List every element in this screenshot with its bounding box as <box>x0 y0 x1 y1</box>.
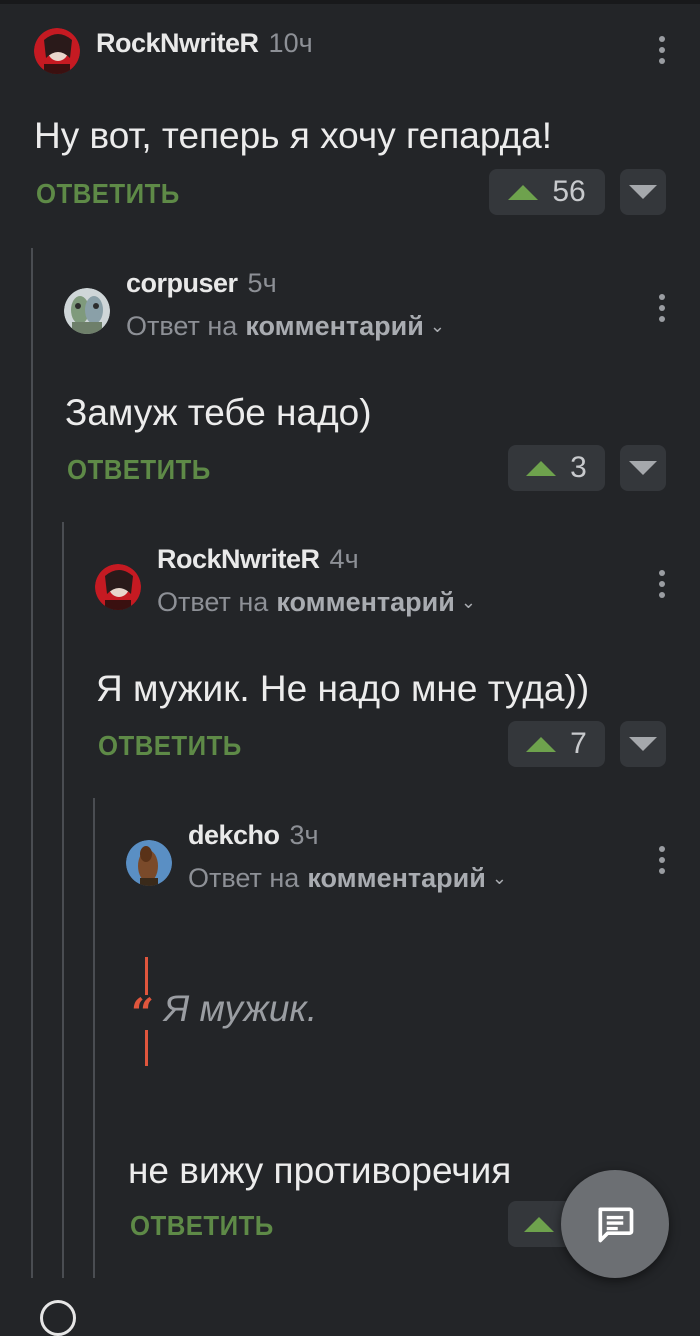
reply-to-link[interactable]: Ответ на комментарий ⌄ <box>157 587 476 618</box>
thread-line-level-1 <box>31 248 33 1278</box>
avatar[interactable] <box>40 1300 76 1336</box>
reply-button[interactable]: ОТВЕТИТЬ <box>67 454 211 486</box>
chevron-down-icon: ⌄ <box>491 868 507 888</box>
add-comment-button[interactable] <box>561 1170 669 1278</box>
more-vertical-icon[interactable] <box>658 36 666 64</box>
timestamp: 10ч <box>268 28 313 58</box>
thread-line-level-2 <box>62 522 64 1278</box>
downvote-button[interactable] <box>620 721 666 767</box>
chevron-down-icon: ⌄ <box>460 592 476 612</box>
comment-header: dekcho 3ч Ответ на комментарий ⌄ <box>126 820 507 894</box>
upvote-button[interactable]: 56 <box>489 169 605 215</box>
downvote-icon <box>629 461 657 475</box>
downvote-button[interactable] <box>620 445 666 491</box>
reply-prefix: Ответ на <box>157 587 269 617</box>
chevron-down-icon: ⌄ <box>429 316 445 336</box>
quote-mark-icon: “ <box>131 990 155 1037</box>
reply-to-link[interactable]: Ответ на комментарий ⌄ <box>188 863 507 894</box>
upvote-icon <box>526 460 557 476</box>
comment-header: corpuser 5ч Ответ на комментарий ⌄ <box>64 268 445 342</box>
username[interactable]: RockNwriteR <box>96 28 259 59</box>
vote-count: 7 <box>570 727 587 760</box>
comment-icon <box>598 1207 634 1243</box>
avatar[interactable] <box>126 840 172 886</box>
vote-count: 56 <box>552 175 586 208</box>
reply-target: комментарий <box>307 863 486 893</box>
quote-text: Я мужик. <box>164 988 318 1029</box>
reply-to-link[interactable]: Ответ на комментарий ⌄ <box>126 311 445 342</box>
comment-text: Я мужик. Не надо мне туда)) <box>96 668 590 709</box>
avatar[interactable] <box>95 564 141 610</box>
reply-prefix: Ответ на <box>126 311 238 341</box>
more-vertical-icon[interactable] <box>658 294 666 322</box>
timestamp: 4ч <box>329 544 359 574</box>
comment-text: не вижу противоречия <box>128 1150 512 1191</box>
quote-bar <box>145 1030 148 1066</box>
downvote-button[interactable] <box>620 169 666 215</box>
reply-target: комментарий <box>245 311 424 341</box>
upvote-button[interactable]: 3 <box>508 445 605 491</box>
upvote-button[interactable]: 7 <box>508 721 605 767</box>
vote-count: 3 <box>570 451 587 484</box>
thread-line-level-3 <box>93 798 95 1278</box>
status-divider <box>0 0 700 4</box>
downvote-icon <box>629 737 657 751</box>
avatar[interactable] <box>34 28 80 74</box>
timestamp: 3ч <box>289 820 319 850</box>
upvote-icon <box>524 1216 554 1232</box>
comment-header: RockNwriteR 10ч <box>34 28 313 74</box>
reply-target: комментарий <box>276 587 455 617</box>
comment-header: RockNwriteR 4ч Ответ на комментарий ⌄ <box>95 544 476 618</box>
more-vertical-icon[interactable] <box>658 570 666 598</box>
upvote-icon <box>508 184 539 200</box>
comment-text: Ну вот, теперь я хочу гепарда! <box>34 115 553 156</box>
upvote-icon <box>526 736 557 752</box>
more-vertical-icon[interactable] <box>658 846 666 874</box>
downvote-icon <box>629 185 657 199</box>
username[interactable]: RockNwriteR <box>157 544 320 575</box>
comment-text: Замуж тебе надо) <box>65 392 372 433</box>
username[interactable]: dekcho <box>188 820 280 851</box>
reply-button[interactable]: ОТВЕТИТЬ <box>36 178 180 210</box>
avatar[interactable] <box>64 288 110 334</box>
timestamp: 5ч <box>247 268 277 298</box>
reply-prefix: Ответ на <box>188 863 300 893</box>
reply-button[interactable]: ОТВЕТИТЬ <box>98 730 242 762</box>
reply-button[interactable]: ОТВЕТИТЬ <box>130 1210 274 1242</box>
username[interactable]: corpuser <box>126 268 238 299</box>
